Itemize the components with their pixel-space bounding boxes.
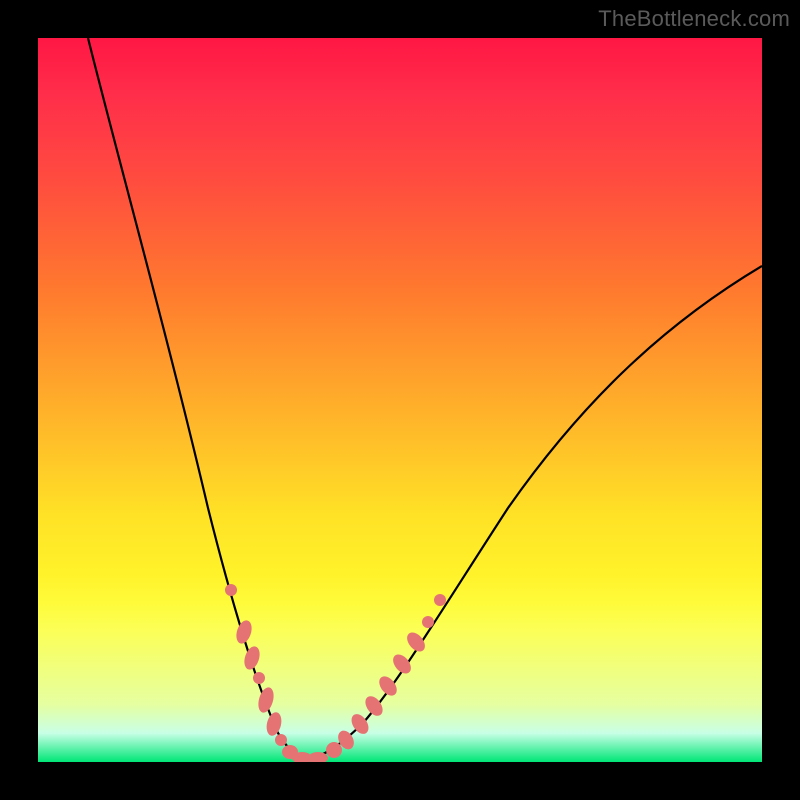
marker-dot [434, 594, 446, 606]
chart-frame: TheBottleneck.com [0, 0, 800, 800]
curve-right-path [306, 266, 762, 759]
marker-dot [264, 711, 283, 738]
marker-dot [234, 618, 255, 645]
curve-left-path [88, 38, 306, 759]
marker-dot [326, 742, 342, 758]
marker-dot [275, 734, 287, 746]
marker-dot [422, 616, 434, 628]
marker-dot [256, 686, 277, 715]
watermark-text: TheBottleneck.com [598, 6, 790, 32]
marker-dot [225, 584, 237, 596]
curve-svg [38, 38, 762, 762]
plot-area [38, 38, 762, 762]
marker-dot [253, 672, 265, 684]
marker-dot [242, 644, 263, 671]
marker-dot [376, 673, 401, 699]
marker-group [225, 584, 446, 762]
